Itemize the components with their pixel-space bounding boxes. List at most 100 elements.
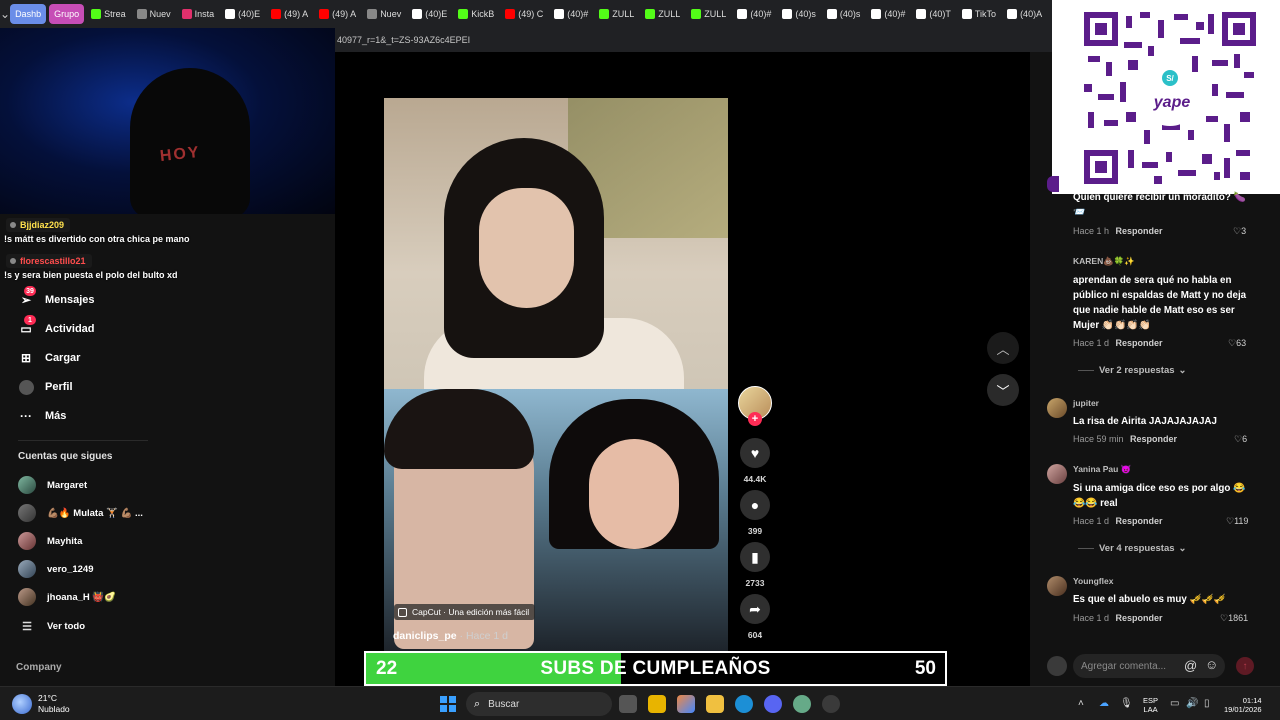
- avatar[interactable]: [1047, 464, 1067, 484]
- browser-tab[interactable]: Insta: [178, 4, 219, 24]
- browser-tab[interactable]: (49) A: [267, 4, 312, 24]
- comment-like[interactable]: ♡119: [1226, 516, 1248, 527]
- browser-tab[interactable]: (40)s: [823, 4, 865, 24]
- url-text[interactable]: 40977_r=1&_t=ZS-93AZ6c4EPEI: [337, 35, 470, 45]
- comment-like[interactable]: ♡6: [1234, 434, 1247, 445]
- browser-tab[interactable]: Strea: [87, 4, 130, 24]
- mention-at-icon[interactable]: @: [1184, 658, 1197, 673]
- nav-activity[interactable]: ▭ 1 Actividad: [18, 315, 95, 340]
- browser-tab[interactable]: Nuev: [133, 4, 175, 24]
- copilot-icon[interactable]: [677, 695, 695, 713]
- following-item[interactable]: Margaret: [18, 475, 87, 495]
- nav-profile[interactable]: Perfil: [18, 376, 73, 398]
- reply-button[interactable]: Responder: [1116, 338, 1163, 348]
- browser-tab[interactable]: (40)#: [867, 4, 909, 24]
- video-author[interactable]: daniclips_pe · Hace 1 d: [393, 630, 508, 642]
- windows-start-icon[interactable]: [440, 696, 456, 712]
- weather-widget[interactable]: 21°C Nublado: [12, 693, 70, 715]
- reply-button[interactable]: Responder: [1116, 516, 1163, 526]
- like-heart-icon[interactable]: ♥: [740, 438, 770, 468]
- tab-group-chip[interactable]: Grupo: [49, 4, 85, 24]
- capcut-badge[interactable]: CapCut · Una edición más fácil: [394, 604, 536, 620]
- microphone-icon[interactable]: 🎙: [1120, 698, 1133, 709]
- comment-like[interactable]: ♡1861: [1220, 613, 1248, 624]
- tab-favicon-icon: [554, 9, 565, 19]
- input-language[interactable]: ESP LAA: [1143, 696, 1158, 714]
- video-player[interactable]: [384, 98, 728, 652]
- emoji-smile-icon[interactable]: ☺: [1205, 657, 1218, 672]
- browser-tab[interactable]: ZULL: [687, 4, 730, 24]
- browser-tab[interactable]: (49) C: [501, 4, 547, 24]
- tab-group-chip[interactable]: Dashb: [10, 4, 47, 24]
- avatar[interactable]: [1047, 398, 1067, 418]
- comment-author[interactable]: KAREN💩🍀✨: [1073, 256, 1135, 267]
- share-arrow-icon[interactable]: ➦: [740, 594, 770, 624]
- tab-favicon-icon: [599, 9, 610, 19]
- view-replies-button[interactable]: Ver 2 respuestas ⌄: [1078, 365, 1187, 376]
- comment-author[interactable]: jupiter: [1073, 398, 1099, 408]
- tab-favicon-icon: [458, 9, 469, 19]
- follow-plus-icon[interactable]: +: [748, 412, 762, 426]
- tab-favicon-icon: [782, 9, 793, 19]
- chat-message: !s mátt es divertido con otra chica pe m…: [4, 234, 190, 244]
- avatar[interactable]: [1047, 176, 1059, 192]
- tab-favicon-icon: [91, 9, 102, 19]
- avatar[interactable]: [1047, 576, 1067, 596]
- reply-button[interactable]: Responder: [1116, 226, 1163, 236]
- clock[interactable]: 01:14 19/01/2026: [1224, 696, 1262, 714]
- browser-tab[interactable]: ZULL: [595, 4, 638, 24]
- following-item[interactable]: 💪🏽🔥 Mulata 🏋🏻 💪🏽 ...: [18, 503, 143, 523]
- discord-icon[interactable]: [764, 695, 782, 713]
- see-all-link[interactable]: ☰ Ver todo: [18, 616, 85, 636]
- following-item[interactable]: jhoana_H 👹🥑: [18, 587, 116, 607]
- browser-tab[interactable]: (40)#: [733, 4, 775, 24]
- app-icon[interactable]: [793, 695, 811, 713]
- browser-tab[interactable]: (40)E: [221, 4, 264, 24]
- battery-icon[interactable]: ▯: [1204, 698, 1210, 709]
- comment-like[interactable]: ♡63: [1228, 338, 1246, 349]
- nav-label: Mensajes: [45, 294, 95, 306]
- obs-icon[interactable]: [822, 695, 840, 713]
- browser-tab[interactable]: (40)A: [1003, 4, 1046, 24]
- file-explorer-icon[interactable]: [706, 695, 724, 713]
- network-icon[interactable]: ▭: [1170, 698, 1179, 709]
- browser-tab[interactable]: ZULL: [641, 4, 684, 24]
- post-comment-arrow-up-icon[interactable]: ↑: [1236, 657, 1254, 675]
- store-icon[interactable]: [648, 695, 666, 713]
- nav-upload[interactable]: ⊞ Cargar: [18, 347, 81, 369]
- comment-author[interactable]: Youngflex: [1073, 576, 1113, 586]
- comment-input[interactable]: Agregar comenta...: [1073, 654, 1225, 678]
- next-video-chevron-down-icon[interactable]: ﹀: [987, 374, 1019, 406]
- browser-tab[interactable]: (49) A: [315, 4, 360, 24]
- previous-video-chevron-up-icon[interactable]: ︿: [987, 332, 1019, 364]
- browser-tab[interactable]: KickB: [454, 4, 498, 24]
- bookmark-icon[interactable]: ▮: [740, 542, 770, 572]
- company-link[interactable]: Company: [16, 662, 62, 673]
- comment-icon[interactable]: ●: [740, 490, 770, 520]
- nav-messages[interactable]: ➢ 39 Mensajes: [18, 286, 95, 311]
- address-bar[interactable]: 40977_r=1&_t=ZS-93AZ6c4EPEI: [335, 28, 1052, 52]
- browser-tab[interactable]: (40)s: [778, 4, 820, 24]
- browser-tab[interactable]: (40)#: [550, 4, 592, 24]
- browser-tab[interactable]: TikTo: [958, 4, 1000, 24]
- following-item[interactable]: Mayhita: [18, 531, 82, 551]
- browser-tab[interactable]: (40)T: [912, 4, 955, 24]
- browser-tab[interactable]: (40)E: [408, 4, 451, 24]
- comment-author[interactable]: Yanina Pau 😈: [1073, 464, 1131, 475]
- task-view-icon[interactable]: [619, 695, 637, 713]
- view-replies-button[interactable]: Ver 4 respuestas ⌄: [1078, 543, 1187, 554]
- volume-icon[interactable]: 🔊: [1186, 698, 1198, 709]
- comment-like[interactable]: ♡3: [1233, 226, 1246, 237]
- tab-favicon-icon: [181, 9, 192, 19]
- messages-badge: 39: [24, 286, 36, 296]
- reply-button[interactable]: Responder: [1116, 613, 1163, 623]
- tab-list-chevron-icon[interactable]: ⌄: [0, 0, 10, 28]
- onedrive-icon[interactable]: ☁: [1099, 698, 1109, 709]
- tray-chevron-up-icon[interactable]: ˄: [1078, 698, 1084, 709]
- reply-button[interactable]: Responder: [1130, 434, 1177, 444]
- taskbar-search[interactable]: ⌕ Buscar: [466, 692, 612, 716]
- following-item[interactable]: vero_1249: [18, 559, 93, 579]
- edge-browser-icon[interactable]: [735, 695, 753, 713]
- browser-tab[interactable]: Nuev: [363, 4, 405, 24]
- nav-more[interactable]: ··· Más: [18, 405, 66, 427]
